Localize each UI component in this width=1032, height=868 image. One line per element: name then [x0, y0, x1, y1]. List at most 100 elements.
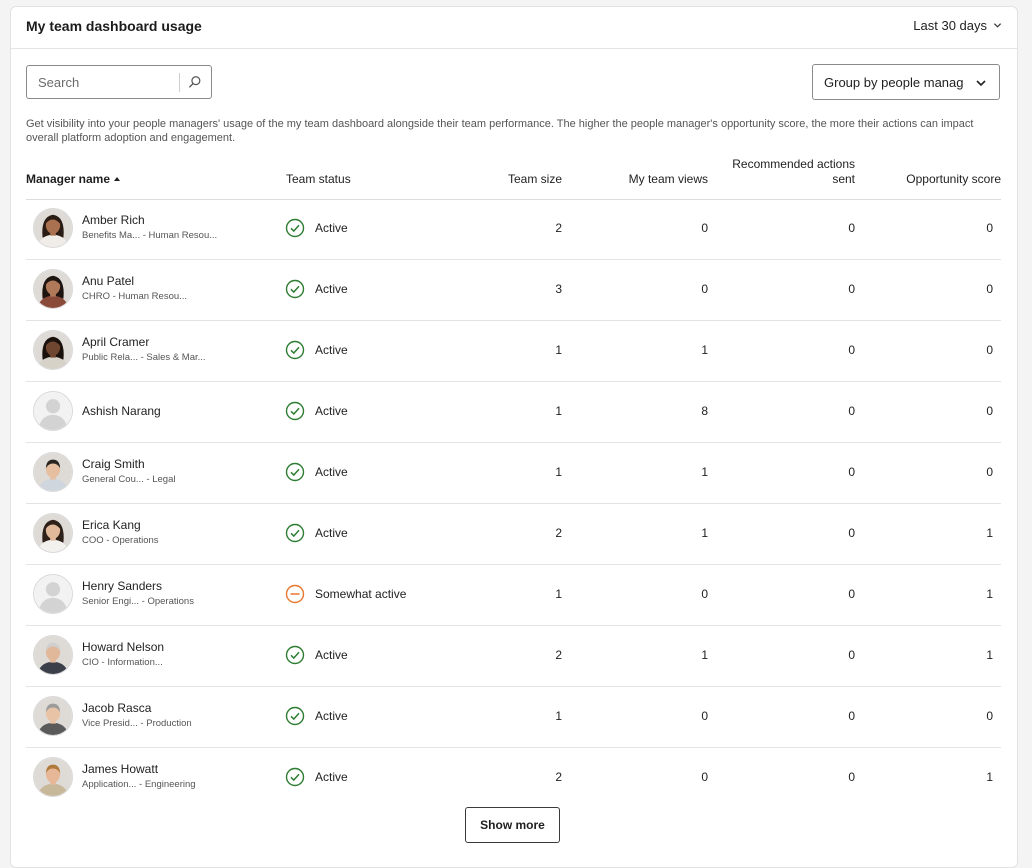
avatar [33, 269, 73, 309]
recommended-actions-value: 0 [848, 465, 855, 479]
opportunity-score-value: 0 [986, 221, 993, 235]
manager-name[interactable]: James Howatt [82, 762, 158, 776]
opportunity-score-value: 1 [986, 526, 993, 540]
avatar [33, 574, 73, 614]
team-status: Active [285, 401, 348, 421]
team-size-value: 1 [555, 343, 562, 357]
avatar [33, 757, 73, 797]
card-title: My team dashboard usage [26, 18, 202, 34]
search-box [26, 65, 212, 99]
team-status-label: Active [315, 526, 348, 540]
my-team-views-value: 1 [701, 648, 708, 662]
column-manager-name[interactable]: Manager name [26, 172, 121, 187]
period-label: Last 30 days [913, 18, 987, 33]
column-my-team-views: My team views [628, 172, 708, 186]
table-row[interactable]: James Howatt Application... - Engineering… [26, 748, 1001, 808]
manager-name[interactable]: April Cramer [82, 335, 149, 349]
manager-subtitle: CIO - Information... [82, 657, 163, 668]
active-check-icon [285, 218, 305, 238]
column-opportunity-score: Opportunity score [906, 172, 1001, 186]
description-text: Get visibility into your people managers… [26, 118, 974, 144]
recommended-actions-value: 0 [848, 221, 855, 235]
active-check-icon [285, 279, 305, 299]
sort-ascending-icon [114, 177, 121, 181]
manager-name[interactable]: Anu Patel [82, 274, 134, 288]
opportunity-score-value: 0 [986, 282, 993, 296]
team-size-value: 1 [555, 465, 562, 479]
team-status-label: Somewhat active [315, 587, 407, 601]
table-row[interactable]: Anu Patel CHRO - Human Resou... Active 3 0 0 0 [26, 260, 1001, 321]
active-check-icon [285, 401, 305, 421]
opportunity-score-value: 1 [986, 587, 993, 601]
team-status-label: Active [315, 282, 348, 296]
opportunity-score-value: 1 [986, 648, 993, 662]
recommended-actions-value: 0 [848, 526, 855, 540]
team-status: Active [285, 279, 348, 299]
column-recommended-actions-line2: sent [832, 172, 855, 186]
manager-name[interactable]: Jacob Rasca [82, 701, 151, 715]
opportunity-score-value: 0 [986, 343, 993, 357]
my-team-views-value: 1 [701, 526, 708, 540]
my-team-views-value: 1 [701, 465, 708, 479]
show-more-button[interactable]: Show more [465, 807, 560, 843]
table-row[interactable]: Jacob Rasca Vice Presid... - Production Ac… [26, 687, 1001, 748]
recommended-actions-value: 0 [848, 587, 855, 601]
table-row[interactable]: Ashish Narang Active 1 8 0 0 [26, 382, 1001, 443]
team-status: Somewhat active [285, 584, 406, 604]
chevron-down-icon [993, 23, 1002, 28]
search-divider [179, 73, 180, 92]
manager-name[interactable]: Ashish Narang [82, 404, 161, 418]
table-row[interactable]: April Cramer Public Rela... - Sales & Mar… [26, 321, 1001, 382]
active-check-icon [285, 706, 305, 726]
table-header: Manager name Team status Team size My te… [26, 154, 1001, 200]
team-status-label: Active [315, 648, 348, 662]
avatar [33, 452, 73, 492]
card-header: My team dashboard usage Last 30 days [11, 7, 1017, 49]
column-recommended-actions: Recommended actions sent [732, 157, 855, 187]
table-row[interactable]: Henry Sanders Senior Engi... - Operations… [26, 565, 1001, 626]
search-icon[interactable] [188, 75, 202, 89]
column-recommended-actions-line1: Recommended actions [732, 157, 855, 171]
team-status: Active [285, 767, 348, 787]
chevron-down-icon [976, 80, 986, 87]
opportunity-score-value: 0 [986, 465, 993, 479]
team-status: Active [285, 523, 348, 543]
my-team-views-value: 1 [701, 343, 708, 357]
my-team-views-value: 8 [701, 404, 708, 418]
manager-name[interactable]: Amber Rich [82, 213, 145, 227]
search-input[interactable] [27, 66, 177, 98]
team-status-label: Active [315, 465, 348, 479]
active-check-icon [285, 645, 305, 665]
team-size-value: 1 [555, 404, 562, 418]
manager-subtitle: Public Rela... - Sales & Mar... [82, 352, 206, 363]
team-size-value: 1 [555, 709, 562, 723]
table-row[interactable]: Erica Kang COO - Operations Active 2 1 0 1 [26, 504, 1001, 565]
manager-name[interactable]: Craig Smith [82, 457, 145, 471]
period-dropdown[interactable]: Last 30 days [913, 18, 1002, 33]
my-team-views-value: 0 [701, 282, 708, 296]
recommended-actions-value: 0 [848, 648, 855, 662]
avatar [33, 208, 73, 248]
somewhat-active-icon [285, 584, 305, 604]
table-row[interactable]: Craig Smith General Cou... - Legal Active 1… [26, 443, 1001, 504]
my-team-views-value: 0 [701, 587, 708, 601]
team-size-value: 3 [555, 282, 562, 296]
team-size-value: 2 [555, 770, 562, 784]
table-row[interactable]: Amber Rich Benefits Ma... - Human Resou..… [26, 199, 1001, 260]
group-by-select[interactable]: Group by people manager [812, 64, 1000, 100]
avatar [33, 330, 73, 370]
table-row[interactable]: Howard Nelson CIO - Information... Active 2… [26, 626, 1001, 687]
manager-subtitle: Vice Presid... - Production [82, 718, 192, 729]
team-status-label: Active [315, 404, 348, 418]
avatar [33, 391, 73, 431]
team-status-label: Active [315, 221, 348, 235]
manager-name[interactable]: Howard Nelson [82, 640, 164, 654]
table-body: Amber Rich Benefits Ma... - Human Resou..… [26, 199, 1001, 808]
recommended-actions-value: 0 [848, 770, 855, 784]
manager-name[interactable]: Erica Kang [82, 518, 141, 532]
group-by-label: Group by people manager [824, 75, 964, 90]
team-status-label: Active [315, 770, 348, 784]
active-check-icon [285, 462, 305, 482]
manager-name[interactable]: Henry Sanders [82, 579, 162, 593]
manager-subtitle: COO - Operations [82, 535, 159, 546]
